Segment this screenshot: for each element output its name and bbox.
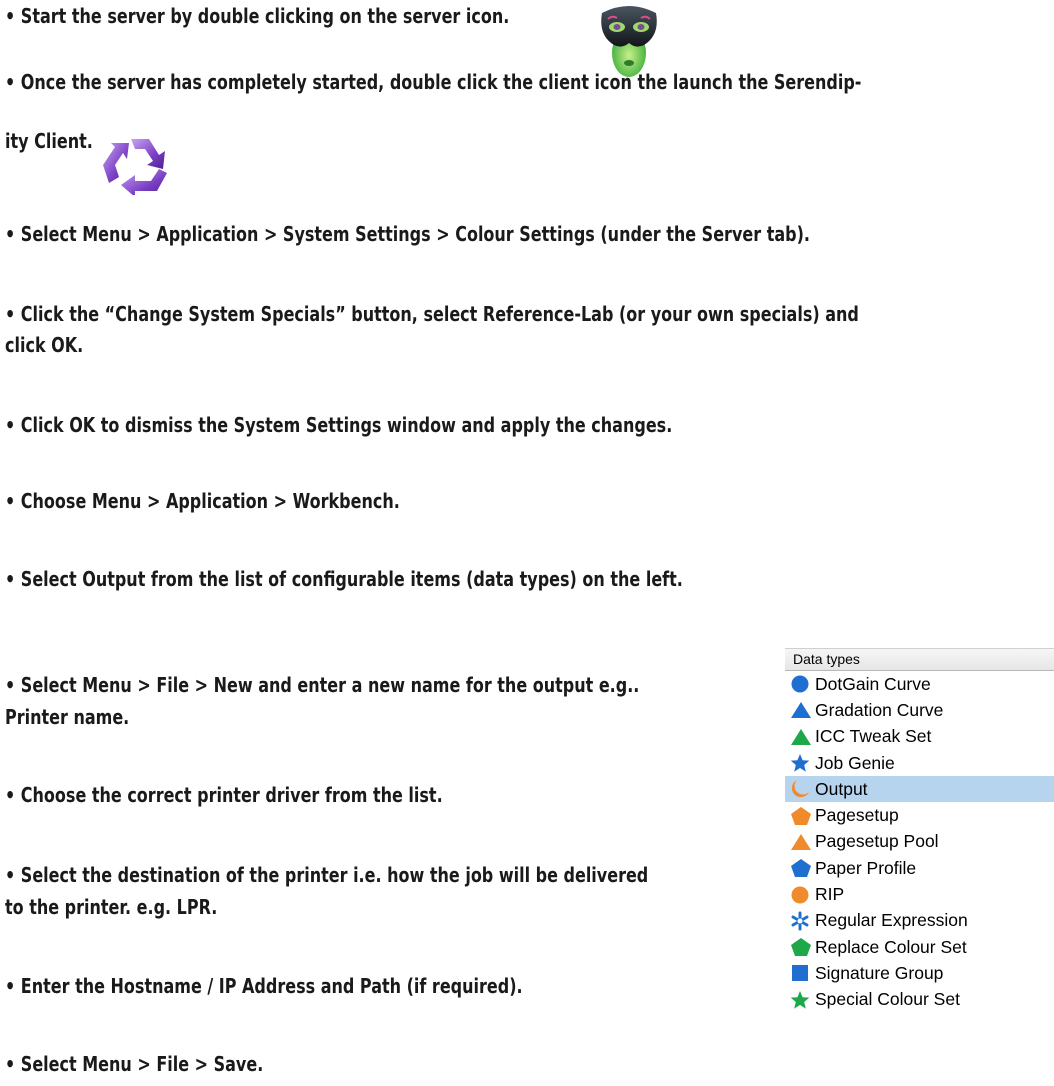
instruction-line: • Select Menu > File > Save. bbox=[5, 1052, 264, 1076]
instruction-new-output: • Select Menu > File > New and enter a n… bbox=[5, 674, 639, 728]
data-type-label: Signature Group bbox=[815, 962, 944, 983]
instruction-hostname: • Enter the Hostname / IP Address and Pa… bbox=[5, 975, 523, 997]
data-type-label: Pagesetup bbox=[815, 805, 899, 826]
data-type-item[interactable]: Replace Colour Set bbox=[785, 934, 1054, 960]
blue-triangle-icon bbox=[790, 700, 812, 720]
data-type-item[interactable]: Pagesetup Pool bbox=[785, 829, 1054, 855]
green-triangle-icon bbox=[790, 727, 812, 747]
instruction-line: • Select Output from the list of configu… bbox=[5, 567, 683, 591]
instruction-line: to the printer. e.g. LPR. bbox=[5, 895, 218, 919]
instruction-printer-driver: • Choose the correct printer driver from… bbox=[5, 784, 443, 806]
instruction-change-specials: • Click the “Change System Specials” but… bbox=[5, 303, 859, 356]
data-type-item[interactable]: Regular Expression bbox=[785, 908, 1054, 934]
instruction-line: Printer name. bbox=[5, 705, 130, 729]
green-pentagon-icon bbox=[790, 937, 812, 957]
data-type-item[interactable]: RIP bbox=[785, 881, 1054, 907]
orange-crescent-icon bbox=[790, 779, 812, 799]
instruction-destination: • Select the destination of the printer … bbox=[5, 864, 648, 918]
instruction-line: • Select Menu > Application > System Set… bbox=[5, 222, 810, 246]
data-types-list: DotGain Curve Gradation Curve ICC Tweak Se… bbox=[785, 671, 1054, 1013]
data-type-item[interactable]: Special Colour Set bbox=[785, 987, 1054, 1013]
instruction-line: • Choose the correct printer driver from… bbox=[5, 783, 443, 807]
instruction-dismiss-settings: • Click OK to dismiss the System Setting… bbox=[5, 414, 672, 436]
blue-square-icon bbox=[790, 963, 812, 983]
data-type-item[interactable]: ICC Tweak Set bbox=[785, 724, 1054, 750]
data-type-label: Output bbox=[815, 778, 868, 799]
data-type-item[interactable]: Job Genie bbox=[785, 750, 1054, 776]
orange-pentagon-icon bbox=[790, 806, 812, 826]
data-type-label: Special Colour Set bbox=[815, 989, 960, 1010]
data-type-item[interactable]: Pagesetup bbox=[785, 802, 1054, 828]
instruction-select-output: • Select Output from the list of configu… bbox=[5, 568, 683, 590]
instruction-line: • Select Menu > File > New and enter a n… bbox=[5, 673, 640, 697]
blue-star-icon bbox=[790, 753, 812, 773]
instruction-line: • Start the server by double clicking on… bbox=[5, 4, 510, 28]
data-type-label: ICC Tweak Set bbox=[815, 726, 932, 747]
instruction-line: • Once the server has completely started… bbox=[5, 70, 862, 94]
instruction-colour-settings: • Select Menu > Application > System Set… bbox=[5, 223, 810, 245]
green-star-icon bbox=[790, 990, 812, 1010]
instruction-line: • Choose Menu > Application > Workbench. bbox=[5, 489, 400, 513]
instruction-line: • Click the “Change System Specials” but… bbox=[5, 302, 859, 326]
data-type-label: RIP bbox=[815, 884, 845, 905]
instruction-line: • Select the destination of the printer … bbox=[5, 863, 649, 887]
server-mask-icon bbox=[598, 3, 660, 81]
data-type-label: Regular Expression bbox=[815, 910, 968, 931]
instruction-line: • Click OK to dismiss the System Setting… bbox=[5, 413, 673, 437]
data-type-label: Gradation Curve bbox=[815, 699, 944, 720]
data-type-item[interactable]: Gradation Curve bbox=[785, 697, 1054, 723]
blue-asterisk-icon bbox=[790, 911, 812, 931]
instruction-line: • Enter the Hostname / IP Address and Pa… bbox=[5, 974, 523, 998]
data-types-header: Data types bbox=[785, 648, 1054, 671]
instruction-line: click OK. bbox=[5, 333, 84, 357]
instruction-save: • Select Menu > File > Save. bbox=[5, 1053, 263, 1075]
data-type-item[interactable]: Paper Profile bbox=[785, 855, 1054, 881]
orange-triangle-icon bbox=[790, 832, 812, 852]
data-type-label: Replace Colour Set bbox=[815, 936, 967, 957]
orange-circle-icon bbox=[790, 885, 812, 905]
data-type-label: Pagesetup Pool bbox=[815, 831, 939, 852]
instruction-workbench: • Choose Menu > Application > Workbench. bbox=[5, 490, 400, 512]
data-type-item[interactable]: Signature Group bbox=[785, 960, 1054, 986]
client-arrows-icon bbox=[101, 135, 179, 197]
blue-circle-icon bbox=[790, 674, 812, 694]
data-type-label: Job Genie bbox=[815, 752, 895, 773]
data-type-item[interactable]: DotGain Curve bbox=[785, 671, 1054, 697]
data-type-item[interactable]: Output bbox=[785, 776, 1054, 803]
data-type-label: Paper Profile bbox=[815, 857, 917, 878]
data-types-panel: Data types DotGain Curve Gradation Curve I… bbox=[785, 648, 1054, 1086]
instruction-start-server: • Start the server by double clicking on… bbox=[5, 5, 509, 27]
data-type-label: DotGain Curve bbox=[815, 673, 931, 694]
blue-pentagon-icon bbox=[790, 858, 812, 878]
